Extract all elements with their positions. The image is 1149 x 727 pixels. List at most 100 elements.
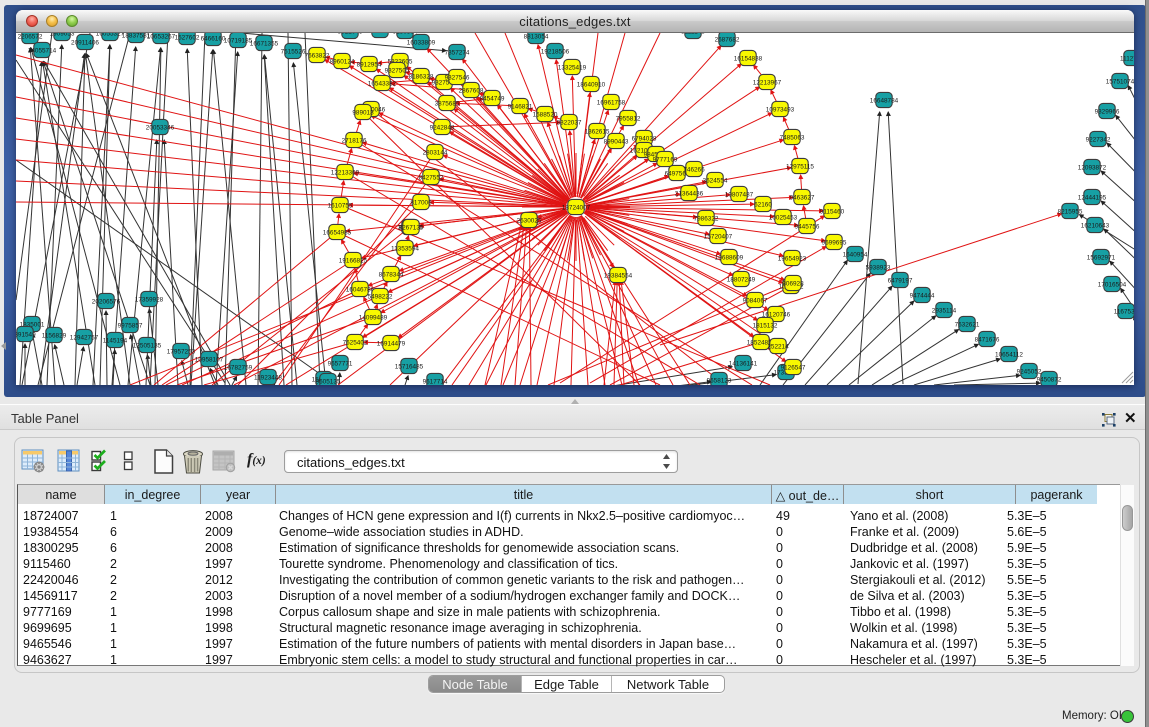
- svg-text:989013: 989013: [352, 109, 374, 116]
- svg-text:11353594: 11353594: [391, 245, 419, 252]
- svg-text:19218506: 19218506: [541, 48, 570, 55]
- svg-text:13325419: 13325419: [558, 64, 587, 71]
- svg-text:21364436: 21364436: [675, 190, 704, 197]
- svg-text:10973493: 10973493: [766, 106, 795, 113]
- svg-text:252214: 252214: [767, 343, 789, 350]
- svg-text:2803144: 2803144: [423, 149, 448, 156]
- svg-text:14055714: 14055714: [28, 47, 57, 54]
- svg-text:62160: 62160: [754, 201, 772, 208]
- svg-text:9617714: 9617714: [423, 378, 448, 385]
- svg-text:9445756: 9445756: [795, 223, 820, 230]
- svg-text:9329966: 9329966: [1095, 108, 1120, 115]
- svg-text:16055327: 16055327: [96, 33, 125, 37]
- svg-text:10958107: 10958107: [195, 356, 224, 363]
- svg-text:10653267: 10653267: [147, 33, 176, 40]
- svg-text:18640910: 18640910: [577, 81, 606, 88]
- svg-text:9242848: 9242848: [430, 124, 455, 131]
- svg-text:1527602: 1527602: [175, 34, 200, 41]
- svg-text:12975115: 12975115: [786, 163, 814, 170]
- svg-text:7632621: 7632621: [955, 321, 980, 328]
- svg-text:9777169: 9777169: [653, 156, 678, 163]
- svg-text:746266: 746266: [683, 166, 705, 173]
- svg-text:1362615: 1362615: [585, 128, 610, 135]
- svg-text:10688609: 10688609: [715, 254, 744, 261]
- svg-text:15720407: 15720407: [704, 233, 733, 240]
- svg-text:16046786: 16046786: [346, 286, 375, 293]
- svg-text:19166825: 19166825: [339, 257, 368, 264]
- svg-text:11923448: 11923448: [254, 374, 282, 381]
- svg-text:16210643: 16210643: [1081, 222, 1110, 229]
- svg-text:16782759: 16782759: [224, 364, 253, 371]
- svg-text:14136141: 14136141: [729, 360, 758, 367]
- svg-text:8267130: 8267130: [399, 224, 424, 231]
- svg-text:9146821: 9146821: [508, 103, 533, 110]
- svg-text:1156829: 1156829: [42, 332, 67, 339]
- svg-text:16033809: 16033809: [407, 39, 436, 46]
- svg-text:1167533: 1167533: [1114, 308, 1134, 315]
- svg-text:7485063: 7485063: [780, 134, 805, 141]
- svg-text:16154838: 16154838: [734, 55, 763, 62]
- svg-text:8427552: 8427552: [419, 174, 444, 181]
- svg-text:8111245: 8111245: [681, 33, 705, 35]
- svg-text:7515526: 7515526: [281, 48, 306, 55]
- svg-text:1145194: 1145194: [103, 337, 128, 344]
- svg-text:5938923: 5938923: [866, 264, 891, 271]
- svg-text:20911406: 20911406: [71, 39, 99, 46]
- svg-text:12213369: 12213369: [331, 169, 360, 176]
- svg-text:15751074: 15751074: [1106, 78, 1134, 85]
- svg-text:7357274: 7357274: [445, 49, 470, 56]
- svg-text:17016504: 17016504: [1098, 281, 1127, 288]
- svg-text:8912045: 8912045: [338, 33, 363, 35]
- svg-text:9115460: 9115460: [820, 208, 845, 215]
- svg-text:9227342: 9227342: [1086, 136, 1111, 143]
- svg-text:14099489: 14099489: [359, 314, 388, 321]
- svg-text:9126547: 9126547: [781, 364, 806, 371]
- svg-text:8813054: 8813054: [524, 33, 549, 40]
- svg-text:1815132: 1815132: [753, 322, 778, 329]
- svg-text:16961758: 16961758: [597, 99, 626, 106]
- svg-text:10654112: 10654112: [995, 351, 1023, 358]
- svg-text:3875685: 3875685: [435, 100, 460, 107]
- svg-text:2687682: 2687682: [715, 36, 740, 43]
- svg-text:12444195: 12444195: [1078, 194, 1107, 201]
- svg-text:10807487: 10807487: [725, 191, 754, 198]
- svg-text:12505135: 12505135: [133, 342, 162, 349]
- svg-text:12213967: 12213967: [753, 79, 782, 86]
- svg-text:8960124: 8960124: [330, 58, 355, 65]
- svg-text:9657771: 9657771: [328, 360, 353, 367]
- svg-text:18724007: 18724007: [562, 204, 591, 211]
- svg-text:1610755: 1610755: [328, 202, 353, 209]
- svg-text:8186328: 8186328: [409, 73, 434, 80]
- svg-text:16671355: 16671355: [250, 40, 279, 47]
- svg-text:8990443: 8990443: [604, 138, 629, 145]
- svg-text:817006: 817006: [410, 199, 432, 206]
- svg-text:18807249: 18807249: [727, 276, 756, 283]
- svg-text:9084067: 9084067: [743, 297, 768, 304]
- svg-text:20206576: 20206576: [92, 298, 121, 305]
- svg-text:2206572: 2206572: [18, 33, 43, 40]
- svg-text:8912954: 8912954: [357, 61, 382, 68]
- svg-text:8322037: 8322037: [557, 119, 582, 126]
- svg-text:6479197: 6479197: [888, 277, 913, 284]
- svg-text:8454749: 8454749: [480, 95, 505, 102]
- svg-text:16543382: 16543382: [368, 80, 397, 87]
- svg-text:9474444: 9474444: [910, 292, 935, 299]
- svg-text:9605135: 9605135: [316, 378, 341, 385]
- svg-text:1909053: 1909053: [50, 33, 75, 37]
- svg-text:7986322: 7986322: [694, 215, 719, 222]
- svg-text:15716485: 15716485: [395, 363, 424, 370]
- svg-text:9327546: 9327546: [445, 74, 470, 81]
- svg-text:8215955: 8215955: [1058, 208, 1083, 215]
- svg-text:1640954: 1640954: [843, 251, 868, 258]
- svg-text:7663822: 7663822: [305, 52, 330, 59]
- svg-text:8471676: 8471676: [975, 336, 1000, 343]
- svg-text:9245052: 9245052: [1017, 368, 1042, 375]
- svg-text:9975857: 9975857: [118, 322, 143, 329]
- svg-text:9463627: 9463627: [790, 194, 815, 201]
- svg-text:19654923: 19654923: [778, 255, 807, 262]
- svg-text:16914479: 16914479: [377, 340, 406, 347]
- svg-text:1112745: 1112745: [1120, 55, 1134, 62]
- svg-text:9450872: 9450872: [1037, 376, 1062, 383]
- svg-text:9327505: 9327505: [385, 67, 410, 74]
- svg-text:2935114: 2935114: [932, 307, 957, 314]
